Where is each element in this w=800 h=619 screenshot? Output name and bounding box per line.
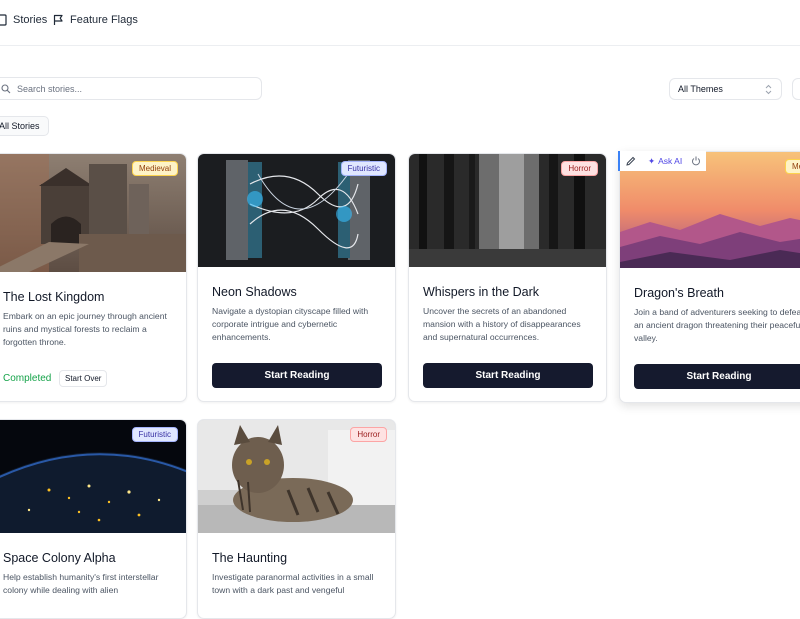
ask-ai-button[interactable]: Ask AI	[658, 156, 682, 166]
story-card: Horror Whispers in the Dark Uncover the …	[408, 153, 607, 402]
story-title: The Lost Kingdom	[3, 290, 105, 304]
theme-badge: Futuristic	[131, 427, 178, 442]
story-description: Help establish humanity's first interste…	[3, 572, 159, 595]
completed-status: Completed	[3, 373, 52, 384]
story-title: Space Colony Alpha	[3, 551, 116, 565]
theme-badge: Medieval	[131, 161, 178, 176]
story-description: Investigate paranormal activities in a s…	[212, 572, 374, 595]
chevron-updown-icon	[765, 84, 772, 95]
story-card: Medieval The Lost Kingdom Embark on an e…	[0, 153, 187, 402]
search-input[interactable]	[17, 83, 237, 94]
story-description: Navigate a dystopian cityscape filled wi…	[212, 306, 369, 342]
story-card: Medieval Dragon's Breath Join a band of …	[619, 151, 800, 403]
book-icon	[0, 14, 7, 26]
theme-badge: Horror	[561, 161, 598, 176]
theme-select-value: All Themes	[678, 84, 723, 94]
start-reading-button[interactable]: Start Reading	[212, 363, 382, 388]
story-card: Futuristic Neon Shadows Navigate a dysto…	[197, 153, 396, 402]
search-box	[0, 77, 262, 100]
story-description: Join a band of adventurers seeking to de…	[634, 307, 800, 343]
pencil-icon[interactable]	[625, 156, 636, 167]
top-navigation: Stories Feature Flags	[0, 0, 800, 46]
start-reading-button[interactable]: Start Reading	[423, 363, 593, 388]
story-description: Uncover the secrets of an abandoned mans…	[423, 306, 581, 342]
story-description: Embark on an epic journey through ancien…	[3, 311, 167, 347]
start-reading-button[interactable]: Start Reading	[634, 364, 800, 389]
nav-feature-flags[interactable]: Feature Flags	[53, 14, 138, 26]
theme-badge: Medieval	[784, 159, 800, 174]
theme-select[interactable]: All Themes	[669, 78, 782, 100]
story-title: Whispers in the Dark	[423, 285, 540, 299]
tab-all-stories-label: All Stories	[0, 121, 40, 131]
story-card: Futuristic Space Colony Alpha Help estab…	[0, 419, 187, 619]
sparkle-icon: ✦	[648, 155, 656, 166]
power-icon[interactable]	[691, 156, 701, 166]
story-title: The Haunting	[212, 551, 288, 565]
story-title: Dragon's Breath	[634, 286, 724, 300]
nav-stories[interactable]: Stories	[0, 14, 47, 26]
story-title: Neon Shadows	[212, 285, 297, 299]
theme-badge: Futuristic	[340, 161, 387, 176]
theme-badge: Horror	[350, 427, 387, 442]
start-over-button[interactable]: Start Over	[59, 370, 108, 387]
tab-all-stories[interactable]: All Stories	[0, 116, 49, 136]
flag-icon	[53, 14, 63, 25]
nav-stories-label: Stories	[13, 14, 48, 26]
search-icon	[1, 83, 11, 93]
nav-feature-flags-label: Feature Flags	[70, 14, 138, 26]
secondary-select[interactable]	[792, 78, 800, 100]
ai-toolbar: ✦ Ask AI	[618, 151, 706, 171]
story-card: Horror The Haunting Investigate paranorm…	[197, 419, 396, 619]
